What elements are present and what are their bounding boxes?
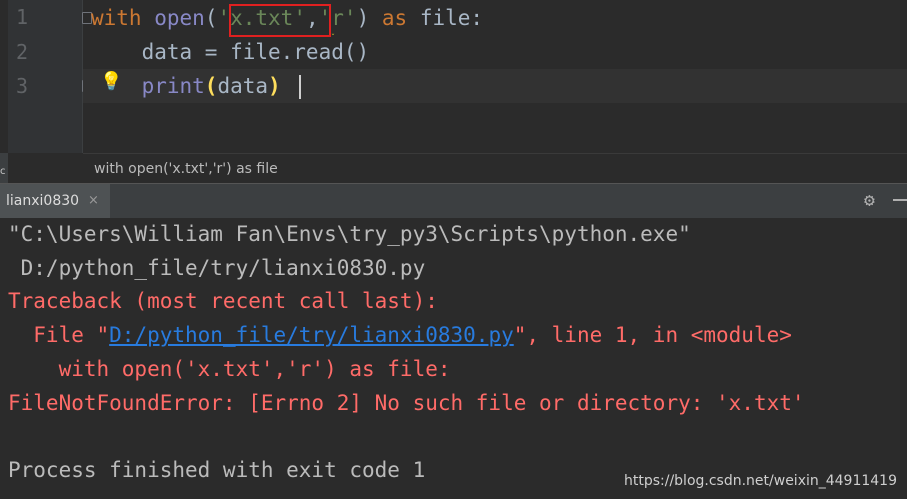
keyword: with	[91, 6, 142, 30]
code-line-3[interactable]: print(data)	[91, 69, 281, 103]
side-strip-text: c	[0, 166, 6, 177]
breadcrumb[interactable]: with open('x.txt','r') as file	[83, 153, 907, 184]
traceback-header: Traceback (most recent call last):	[8, 289, 438, 313]
traceback-file-line: File "D:/python_file/try/lianxi0830.py",…	[8, 323, 792, 347]
builtin-function: open	[154, 6, 205, 30]
text-caret	[299, 75, 301, 99]
run-tab[interactable]: lianxi0830 ×	[0, 184, 110, 218]
code-line-2[interactable]: data = file.read()	[91, 35, 370, 69]
code-text: file:	[407, 6, 484, 30]
code-text: data	[217, 74, 269, 98]
warning-squiggle-icon: ˯	[331, 22, 335, 36]
run-toolwindow-header: lianxi0830 × ⚙	[0, 183, 907, 218]
keyword: as	[381, 6, 408, 30]
line-number: 3	[16, 74, 29, 98]
console-text: File "	[8, 323, 110, 347]
breadcrumb-item[interactable]: with open('x.txt','r') as file	[94, 161, 278, 177]
watermark: https://blog.csdn.net/weixin_44911419	[623, 473, 897, 489]
annotation-highlight-box	[229, 4, 331, 37]
matched-paren: (	[204, 74, 218, 98]
code-text: (	[204, 6, 218, 30]
file-link[interactable]: D:/python_file/try/lianxi0830.py	[109, 323, 514, 347]
error-message: FileNotFoundError: [Errno 2] No such fil…	[8, 391, 805, 415]
console-output[interactable]: "C:\Users\William Fan\Envs\try_py3\Scrip…	[0, 218, 907, 499]
builtin-function: print	[141, 74, 205, 98]
code-editor[interactable]: 1 2 3 💡 with open('x.txt','r') as file: …	[0, 0, 907, 153]
run-tab-label: lianxi0830	[6, 193, 80, 209]
console-line: "C:\Users\William Fan\Envs\try_py3\Scrip…	[8, 222, 691, 246]
gear-icon[interactable]: ⚙	[864, 190, 875, 211]
traceback-source-line: with open('x.txt','r') as file:	[8, 357, 451, 381]
matched-paren: )	[268, 74, 281, 98]
exit-status: Process finished with exit code 1	[8, 458, 426, 482]
editor-gutter[interactable]: 1 2 3	[8, 0, 92, 153]
close-icon[interactable]: ×	[88, 193, 99, 208]
line-number: 2	[16, 40, 29, 64]
minimize-icon[interactable]	[893, 199, 907, 201]
console-line: D:/python_file/try/lianxi0830.py	[8, 256, 426, 280]
code-text: )	[356, 6, 370, 30]
console-text: ", line 1, in <module>	[513, 323, 792, 347]
line-number: 1	[16, 5, 29, 29]
